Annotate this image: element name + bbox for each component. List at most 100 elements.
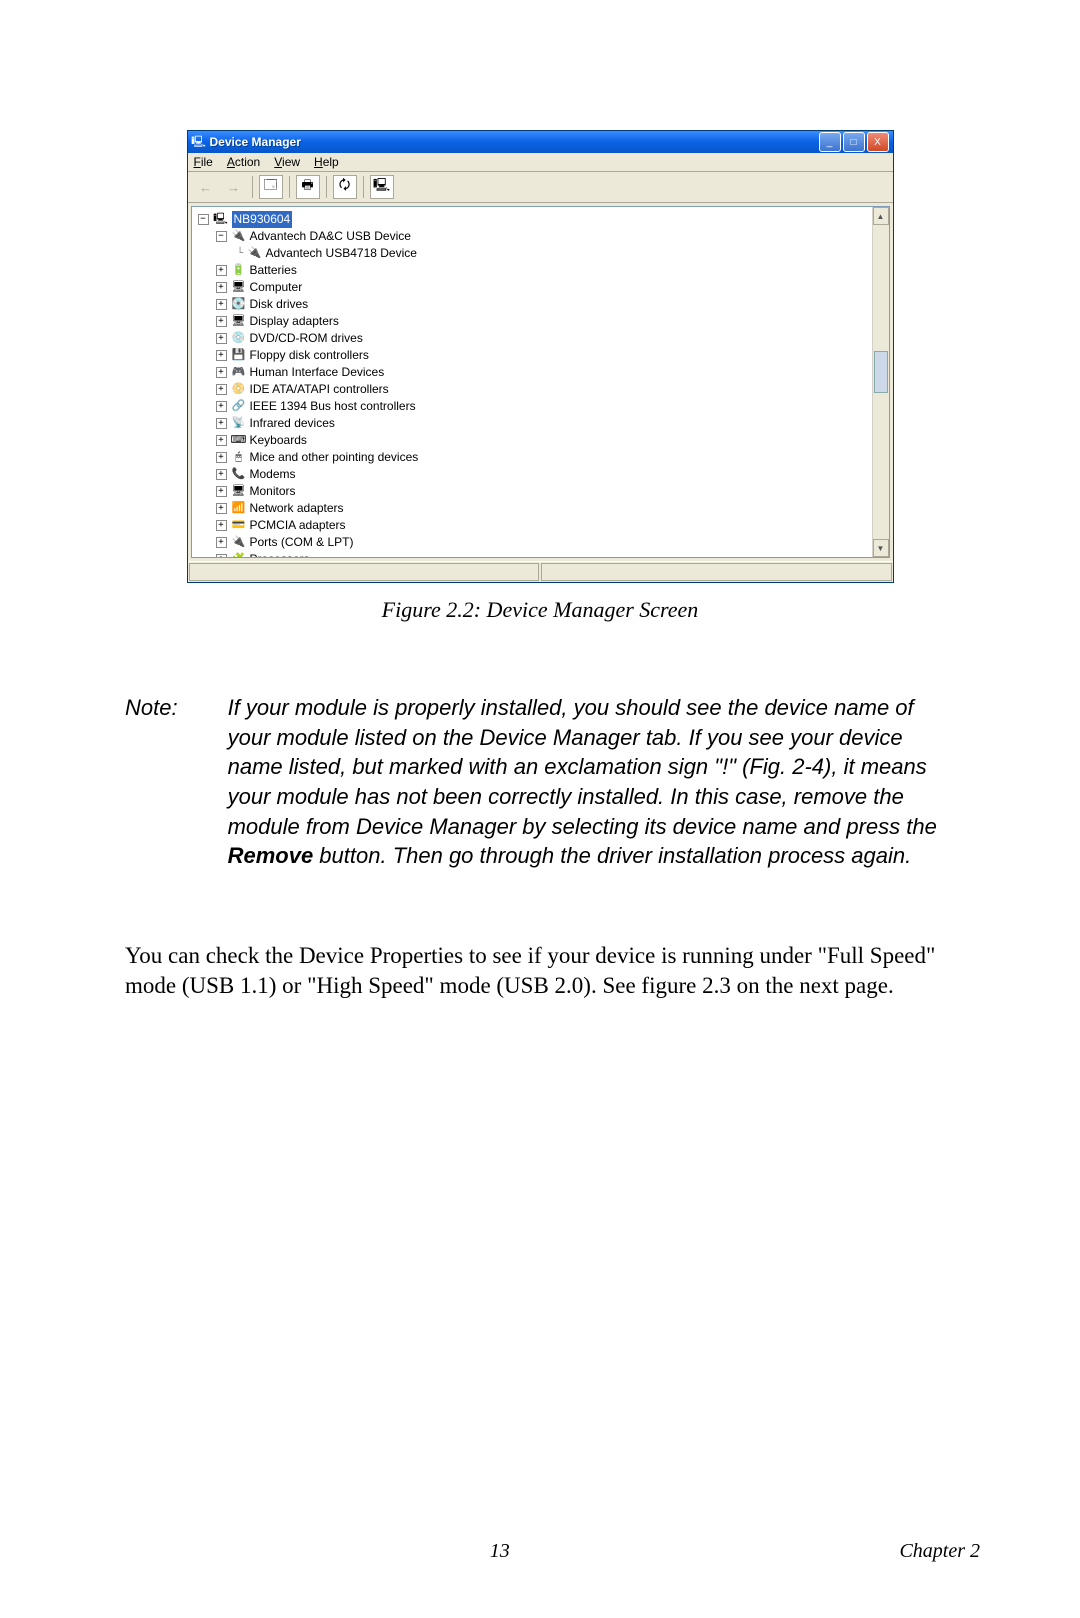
toolbar-separator: [326, 176, 327, 198]
menu-action[interactable]: Action: [227, 155, 260, 169]
tree-node-label[interactable]: IEEE 1394 Bus host controllers: [250, 398, 416, 415]
tree-node-label[interactable]: DVD/CD-ROM drives: [250, 330, 363, 347]
note-text-bold: Remove: [228, 843, 314, 868]
tree-node-label[interactable]: Disk drives: [250, 296, 309, 313]
plus-icon[interactable]: +: [216, 299, 227, 310]
close-button[interactable]: X: [867, 132, 889, 152]
note-body: If your module is properly installed, yo…: [228, 693, 955, 871]
vertical-scrollbar[interactable]: ▲ ▼: [872, 207, 889, 557]
plus-icon[interactable]: +: [216, 367, 227, 378]
scroll-track[interactable]: [873, 225, 889, 539]
tree-node-label[interactable]: Advantech DA&C USB Device: [250, 228, 411, 245]
device-icon: 🖥: [231, 280, 247, 296]
plus-icon[interactable]: +: [216, 418, 227, 429]
forward-button[interactable]: →: [222, 175, 246, 199]
tree-node-label[interactable]: Mice and other pointing devices: [250, 449, 419, 466]
tree-leaf-label[interactable]: Advantech USB4718 Device: [266, 245, 417, 262]
page-footer: 13 Chapter 2: [100, 1540, 980, 1563]
tree-node-label[interactable]: Network adapters: [250, 500, 344, 517]
plus-icon[interactable]: +: [216, 333, 227, 344]
tree-node[interactable]: +🧩Processors: [198, 551, 885, 558]
tree-node[interactable]: + 💾Floppy disk controllers: [198, 347, 885, 364]
menu-help[interactable]: Help: [314, 155, 339, 169]
back-button[interactable]: ←: [194, 175, 218, 199]
minus-icon[interactable]: −: [216, 231, 227, 242]
note-text-pre: If your module is properly installed, yo…: [228, 695, 937, 839]
plus-icon[interactable]: +: [216, 282, 227, 293]
scroll-up-icon[interactable]: ▲: [873, 207, 889, 225]
tree-node[interactable]: +💽Disk drives: [198, 296, 885, 313]
scroll-thumb[interactable]: [874, 351, 888, 393]
tree-node-label[interactable]: PCMCIA adapters: [250, 517, 346, 534]
tree-node[interactable]: + 🖥Monitors: [198, 483, 885, 500]
tree-node-label[interactable]: Floppy disk controllers: [250, 347, 369, 364]
minus-icon[interactable]: −: [198, 214, 209, 225]
note-label: Note:: [125, 693, 178, 871]
tree-node-label[interactable]: Batteries: [250, 262, 297, 279]
plus-icon[interactable]: +: [216, 537, 227, 548]
device-icon: 📞: [231, 467, 247, 483]
tree-node[interactable]: +🎮Human Interface Devices: [198, 364, 885, 381]
tree-root[interactable]: − 🖳 NB930604: [198, 211, 885, 228]
tree-node[interactable]: + 📞Modems: [198, 466, 885, 483]
plus-icon[interactable]: +: [216, 401, 227, 412]
tree-node[interactable]: +🔋Batteries: [198, 262, 885, 279]
tree-node-label[interactable]: Display adapters: [250, 313, 339, 330]
menu-file[interactable]: File: [194, 155, 213, 169]
menubar: File Action View Help: [188, 153, 893, 172]
tree-node-label[interactable]: Computer: [250, 279, 303, 296]
device-icon: 🔗: [231, 399, 247, 415]
plus-icon[interactable]: +: [216, 265, 227, 276]
window-titlebar: 🖳 Device Manager _ □ X: [188, 131, 893, 153]
plus-icon[interactable]: +: [216, 316, 227, 327]
tree-node-label[interactable]: Modems: [250, 466, 296, 483]
tree-node[interactable]: + 🖥Computer: [198, 279, 885, 296]
tree-view[interactable]: − 🖳 NB930604 − 🔌 Advantech DA&C USB Devi…: [191, 206, 890, 558]
device-icon: 📀: [231, 382, 247, 398]
window-title: Device Manager: [210, 135, 819, 149]
tree-node-label[interactable]: Human Interface Devices: [250, 364, 385, 381]
tree-node[interactable]: +⌨Keyboards: [198, 432, 885, 449]
tree-node[interactable]: +📡Infrared devices: [198, 415, 885, 432]
minimize-button[interactable]: _: [819, 132, 841, 152]
plus-icon[interactable]: +: [216, 486, 227, 497]
print-button[interactable]: 🖶: [296, 175, 320, 199]
tree-node[interactable]: +🖥Display adapters: [198, 313, 885, 330]
refresh-button[interactable]: 🗘: [333, 175, 357, 199]
tree-node[interactable]: +🖱Mice and other pointing devices: [198, 449, 885, 466]
info-button[interactable]: 🖳: [370, 175, 394, 199]
tree-node-advantech-group[interactable]: − 🔌 Advantech DA&C USB Device: [198, 228, 885, 245]
tree-node-label[interactable]: IDE ATA/ATAPI controllers: [250, 381, 389, 398]
plus-icon[interactable]: +: [216, 503, 227, 514]
body-paragraph: You can check the Device Properties to s…: [125, 941, 955, 1001]
menu-view[interactable]: View: [274, 155, 300, 169]
tree-node[interactable]: + 📀IDE ATA/ATAPI controllers: [198, 381, 885, 398]
plus-icon[interactable]: +: [216, 554, 227, 558]
tree-node-label[interactable]: Keyboards: [250, 432, 307, 449]
plus-icon[interactable]: +: [216, 435, 227, 446]
plus-icon[interactable]: +: [216, 452, 227, 463]
plus-icon[interactable]: +: [216, 350, 227, 361]
device-icon: 🖥: [231, 484, 247, 500]
note-block: Note: If your module is properly install…: [125, 693, 955, 871]
tree-leaf-advantech-device[interactable]: └ 🔌 Advantech USB4718 Device: [198, 245, 885, 262]
tree-node[interactable]: +💳PCMCIA adapters: [198, 517, 885, 534]
plus-icon[interactable]: +: [216, 520, 227, 531]
maximize-button[interactable]: □: [843, 132, 865, 152]
tree-node-label[interactable]: Ports (COM & LPT): [250, 534, 354, 551]
tree-node-label[interactable]: Monitors: [250, 483, 296, 500]
tree-node[interactable]: +📶Network adapters: [198, 500, 885, 517]
scroll-down-icon[interactable]: ▼: [873, 539, 889, 557]
properties-button[interactable]: 🗔: [259, 175, 283, 199]
note-text-post: button. Then go through the driver insta…: [313, 843, 911, 868]
tree-node[interactable]: +🔌Ports (COM & LPT): [198, 534, 885, 551]
tree-node[interactable]: +💿DVD/CD-ROM drives: [198, 330, 885, 347]
tree-node-label[interactable]: Processors: [250, 551, 310, 558]
toolbar: ← → 🗔 🖶 🗘 🖳: [188, 172, 893, 203]
plus-icon[interactable]: +: [216, 469, 227, 480]
tree-root-label[interactable]: NB930604: [232, 211, 293, 228]
tree-node[interactable]: + 🔗IEEE 1394 Bus host controllers: [198, 398, 885, 415]
plus-icon[interactable]: +: [216, 384, 227, 395]
tree-node-label[interactable]: Infrared devices: [250, 415, 335, 432]
device-icon: 💾: [231, 348, 247, 364]
